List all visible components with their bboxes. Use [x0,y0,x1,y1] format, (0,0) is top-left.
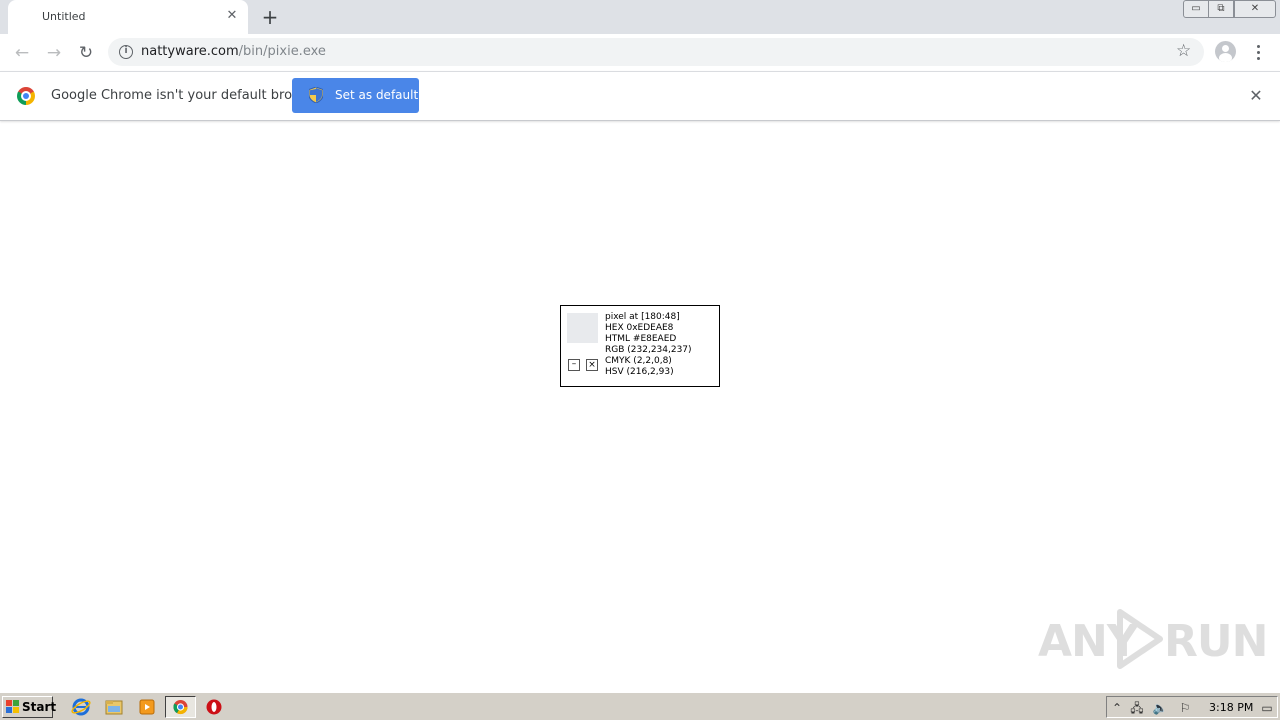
browser-toolbar: ← → ↻ i nattyware.com/bin/pixie.exe ☆ [0,34,1280,71]
taskbar-media-player-button[interactable] [134,696,160,718]
set-as-default-button[interactable]: Set as default [292,78,419,113]
infobar-close-icon[interactable]: ✕ [1247,87,1265,105]
tab-title: Untitled [42,10,86,23]
new-tab-button[interactable]: + [259,6,281,28]
media-player-icon [139,699,155,715]
network-icon[interactable]: 🖧 [1129,700,1145,716]
window-close-button[interactable]: ✕ [1234,0,1276,18]
menu-dot [1257,51,1260,54]
tab-close-icon[interactable]: ✕ [224,8,240,24]
taskbar-chrome-button[interactable] [165,696,196,718]
url-host: nattyware.com [141,44,239,59]
windows-flag-icon [6,700,19,713]
url-path: /bin/pixie.exe [238,44,326,59]
bookmark-star-icon[interactable]: ☆ [1176,41,1191,61]
chrome-logo-icon [17,87,35,105]
infobar-message: Google Chrome isn't your default browser [51,88,323,103]
anyrun-watermark: ANY RUN [1036,608,1268,670]
screen: Untitled ✕ + ▭ ⧉ ✕ ← → ↻ i nattyware.com… [0,0,1280,720]
profile-avatar-icon[interactable] [1215,41,1236,62]
taskbar-opera-button[interactable] [201,696,227,718]
pixie-hex-value: HEX 0xEDEAE8 [605,323,674,333]
forward-button[interactable]: → [42,41,66,65]
pixie-rgb-value: RGB (232,234,237) [605,345,692,355]
taskbar: Start ⌃ 🖧 🔈 ⚐ 3:18 PM ▭ [0,692,1280,720]
watermark-run-text: RUN [1164,616,1268,667]
tab-untitled[interactable]: Untitled ✕ [8,0,248,34]
taskbar-clock[interactable]: 3:18 PM [1209,701,1253,714]
pixie-minimize-button[interactable]: – [568,359,580,371]
pixie-color-swatch [567,313,598,343]
browser-menu-icon[interactable] [1250,41,1266,65]
default-browser-infobar: Google Chrome isn't your default browser… [0,71,1280,121]
pixie-cmyk-value: CMYK (2,2,0,8) [605,356,672,366]
tray-expand-icon[interactable]: ⌃ [1109,700,1125,716]
start-button[interactable]: Start [2,696,57,718]
pixie-close-button[interactable]: × [586,359,598,371]
pixie-hsv-value: HSV (216,2,93) [605,367,674,377]
window-minimize-button[interactable]: ▭ [1183,0,1209,18]
chrome-icon [173,700,188,715]
menu-dot [1257,57,1260,60]
pixie-pixel-position: pixel at [180:48] [605,312,680,322]
pixie-readout: pixel at [180:48] HEX 0xEDEAE8 HTML #E8E… [605,312,692,378]
watermark-play-icon [1117,609,1163,669]
volume-icon[interactable]: 🔈 [1152,700,1168,716]
pixie-color-picker-window[interactable]: – × pixel at [180:48] HEX 0xEDEAE8 HTML … [560,305,720,387]
taskbar-ie-button[interactable] [68,696,94,718]
set-as-default-label: Set as default [335,88,419,102]
back-button[interactable]: ← [10,41,34,65]
show-desktop-icon[interactable]: ▭ [1259,700,1275,716]
uac-shield-icon [309,87,323,103]
site-info-icon[interactable]: i [119,45,133,59]
window-restore-button[interactable]: ⧉ [1208,0,1234,18]
opera-icon [206,699,222,715]
start-label: Start [22,700,57,714]
tab-strip: Untitled ✕ + ▭ ⧉ ✕ [0,0,1280,34]
url-text[interactable]: nattyware.com/bin/pixie.exe [141,44,326,59]
reload-button[interactable]: ↻ [74,41,98,65]
explorer-icon [105,700,123,715]
taskbar-explorer-button[interactable] [101,696,127,718]
address-bar[interactable]: i nattyware.com/bin/pixie.exe ☆ [108,38,1204,66]
pixie-html-value: HTML #E8EAED [605,334,677,344]
ie-icon [71,698,91,716]
system-tray: ⌃ 🖧 🔈 ⚐ 3:18 PM ▭ [1106,696,1278,718]
menu-dot [1257,45,1260,48]
action-center-flag-icon[interactable]: ⚐ [1177,700,1193,716]
